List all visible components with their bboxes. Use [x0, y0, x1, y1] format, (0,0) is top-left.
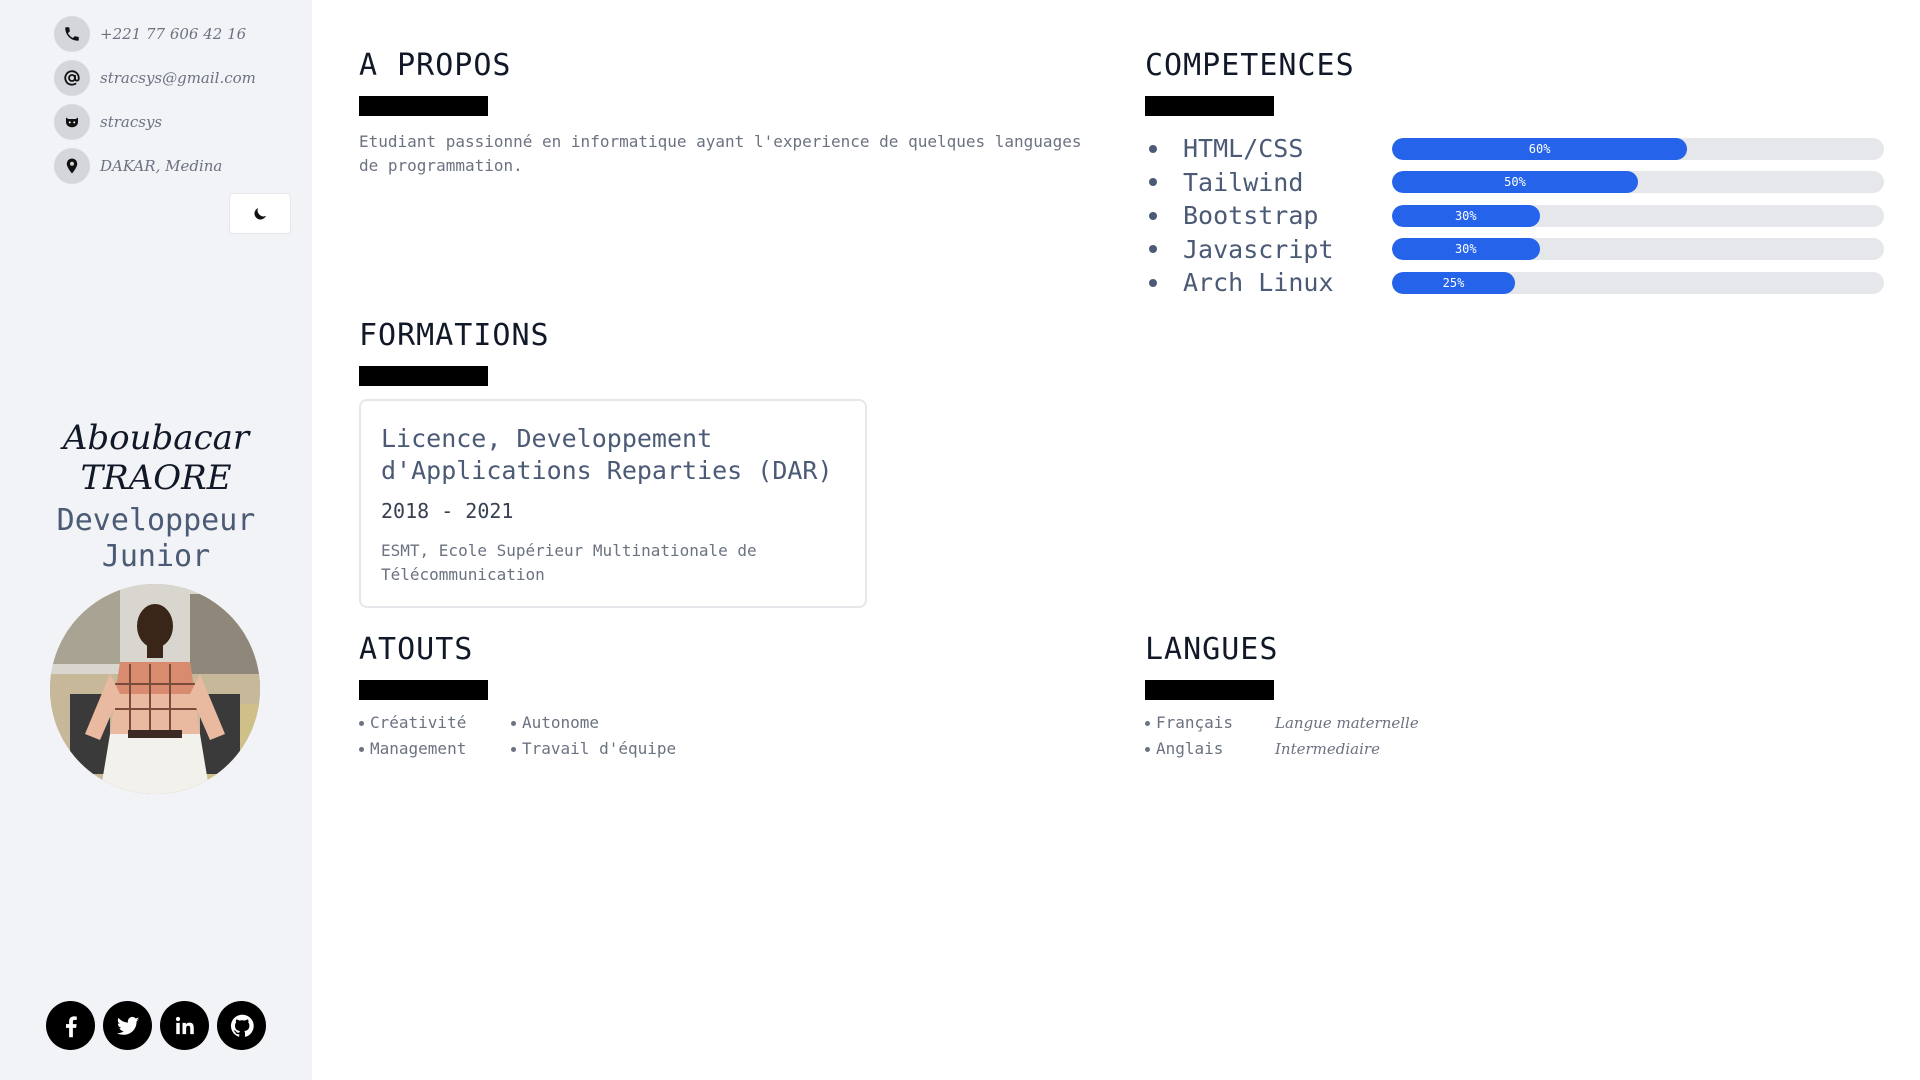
- github-icon: [230, 1014, 254, 1037]
- bullet-dot: [1149, 144, 1157, 153]
- profile-name: Aboubacar TRAORE: [0, 418, 312, 498]
- sidebar: +221 77 606 42 16 stracsys@gmail.com str…: [0, 0, 312, 1080]
- contact-github-text: stracsys: [100, 113, 163, 131]
- skill-progress-track: 50%: [1392, 171, 1884, 194]
- contact-phone-text: +221 77 606 42 16: [100, 25, 247, 43]
- skill-progress-track: 60%: [1392, 137, 1884, 160]
- skill-progress-fill: 60%: [1392, 137, 1688, 160]
- skill-progress-fill: 30%: [1392, 204, 1540, 227]
- atout-label: Créativité: [370, 713, 467, 732]
- at-sign-icon: [54, 60, 90, 96]
- section-title-about: A PROPOS: [359, 48, 512, 83]
- last-name: TRAORE: [80, 458, 232, 498]
- formation-years: 2018 - 2021: [381, 499, 514, 523]
- skill-progress-track: 30%: [1392, 204, 1884, 227]
- list-item: Management: [359, 738, 511, 760]
- title-underline-about: [359, 96, 488, 116]
- formation-title: Licence, Developpement d'Applications Re…: [381, 424, 833, 485]
- bullet-dot: [1149, 211, 1157, 220]
- skill-row: Javascript 30%: [1145, 233, 1884, 267]
- twitter-link[interactable]: [103, 1001, 152, 1050]
- langues-list: Français Langue maternelle Anglais Inter…: [1145, 712, 1475, 760]
- lang-level: Intermediaire: [1275, 740, 1380, 758]
- skill-row: Bootstrap 30%: [1145, 199, 1884, 233]
- linkedin-link[interactable]: [160, 1001, 209, 1050]
- skill-progress-fill: 25%: [1392, 271, 1515, 294]
- section-title-formations: FORMATIONS: [359, 318, 550, 353]
- bullet-dot: [1149, 178, 1157, 187]
- formation-school: ESMT, Ecole Supérieur Multinationale de …: [381, 541, 757, 584]
- skill-name: Arch Linux: [1183, 268, 1334, 298]
- title-underline-formations: [359, 366, 488, 386]
- skill-row: Tailwind 50%: [1145, 166, 1884, 200]
- role-line-2: Junior: [101, 539, 211, 574]
- lang-name-label: Anglais: [1156, 739, 1224, 758]
- github-icon: [54, 104, 90, 140]
- facebook-link[interactable]: [46, 1001, 95, 1050]
- profile-role: Developpeur Junior: [0, 503, 312, 575]
- github-link[interactable]: [217, 1001, 266, 1050]
- skill-name: Tailwind: [1183, 167, 1304, 197]
- contact-phone[interactable]: +221 77 606 42 16: [54, 16, 256, 52]
- skill-row: HTML/CSS 60%: [1145, 132, 1884, 166]
- section-title-skills: COMPETENCES: [1145, 48, 1355, 83]
- skill-percent-label: 50%: [1504, 175, 1526, 190]
- atouts-list: Créativité Autonome Management Travail d…: [359, 712, 711, 760]
- lang-level: Langue maternelle: [1275, 714, 1419, 732]
- lang-name: Anglais: [1145, 738, 1275, 760]
- atout-label: Management: [370, 739, 467, 758]
- bullet-dot: [1149, 278, 1157, 287]
- skill-name: HTML/CSS: [1183, 134, 1304, 164]
- skill-percent-label: 30%: [1454, 242, 1477, 257]
- skill-progress-fill: 30%: [1392, 238, 1540, 261]
- moon-icon: [254, 207, 266, 220]
- title-underline-atouts: [359, 680, 488, 700]
- section-title-atouts: ATOUTS: [359, 632, 474, 667]
- facebook-icon: [65, 1015, 77, 1037]
- list-item: Créativité: [359, 712, 511, 734]
- contact-github[interactable]: stracsys: [54, 104, 256, 140]
- title-underline-langues: [1145, 680, 1274, 700]
- skill-progress-track: 25%: [1392, 271, 1884, 294]
- lang-name: Français: [1145, 712, 1275, 734]
- first-name: Aboubacar: [62, 418, 250, 458]
- list-item: Travail d'équipe: [511, 738, 711, 760]
- formation-card: Licence, Developpement d'Applications Re…: [359, 399, 867, 608]
- skills-list: HTML/CSS 60% Tailwind 50% Bootstrap 30% Javasc…: [1145, 132, 1884, 300]
- atout-label: Autonome: [522, 713, 600, 732]
- role-line-1: Developpeur: [56, 503, 256, 538]
- location-pin-icon: [54, 148, 90, 184]
- social-links: [46, 1001, 266, 1050]
- skill-name: Bootstrap: [1183, 201, 1319, 231]
- skill-row: Arch Linux 25%: [1145, 266, 1884, 300]
- section-title-langues: LANGUES: [1145, 632, 1279, 667]
- linkedin-icon: [175, 1016, 194, 1034]
- avatar: [50, 584, 260, 794]
- list-item: Autonome: [511, 712, 711, 734]
- title-underline-skills: [1145, 96, 1274, 116]
- about-text: Etudiant passionné en informatique ayant…: [359, 132, 1082, 175]
- phone-icon: [54, 16, 90, 52]
- contact-list: +221 77 606 42 16 stracsys@gmail.com str…: [54, 16, 256, 192]
- lang-name-label: Français: [1156, 713, 1234, 732]
- theme-toggle-button[interactable]: [229, 193, 291, 234]
- skill-percent-label: 25%: [1442, 275, 1465, 290]
- contact-email[interactable]: stracsys@gmail.com: [54, 60, 256, 96]
- contact-email-text: stracsys@gmail.com: [100, 69, 256, 87]
- bullet-dot: [1149, 245, 1157, 254]
- skill-progress-track: 30%: [1392, 238, 1884, 261]
- skill-progress-fill: 50%: [1392, 171, 1638, 194]
- contact-location-text: DAKAR, Medina: [100, 157, 223, 175]
- skill-name: Javascript: [1183, 234, 1334, 264]
- contact-location: DAKAR, Medina: [54, 148, 256, 184]
- twitter-icon: [116, 1016, 139, 1035]
- atout-label: Travail d'équipe: [522, 739, 677, 758]
- skill-percent-label: 60%: [1528, 141, 1551, 156]
- skill-percent-label: 30%: [1454, 208, 1477, 223]
